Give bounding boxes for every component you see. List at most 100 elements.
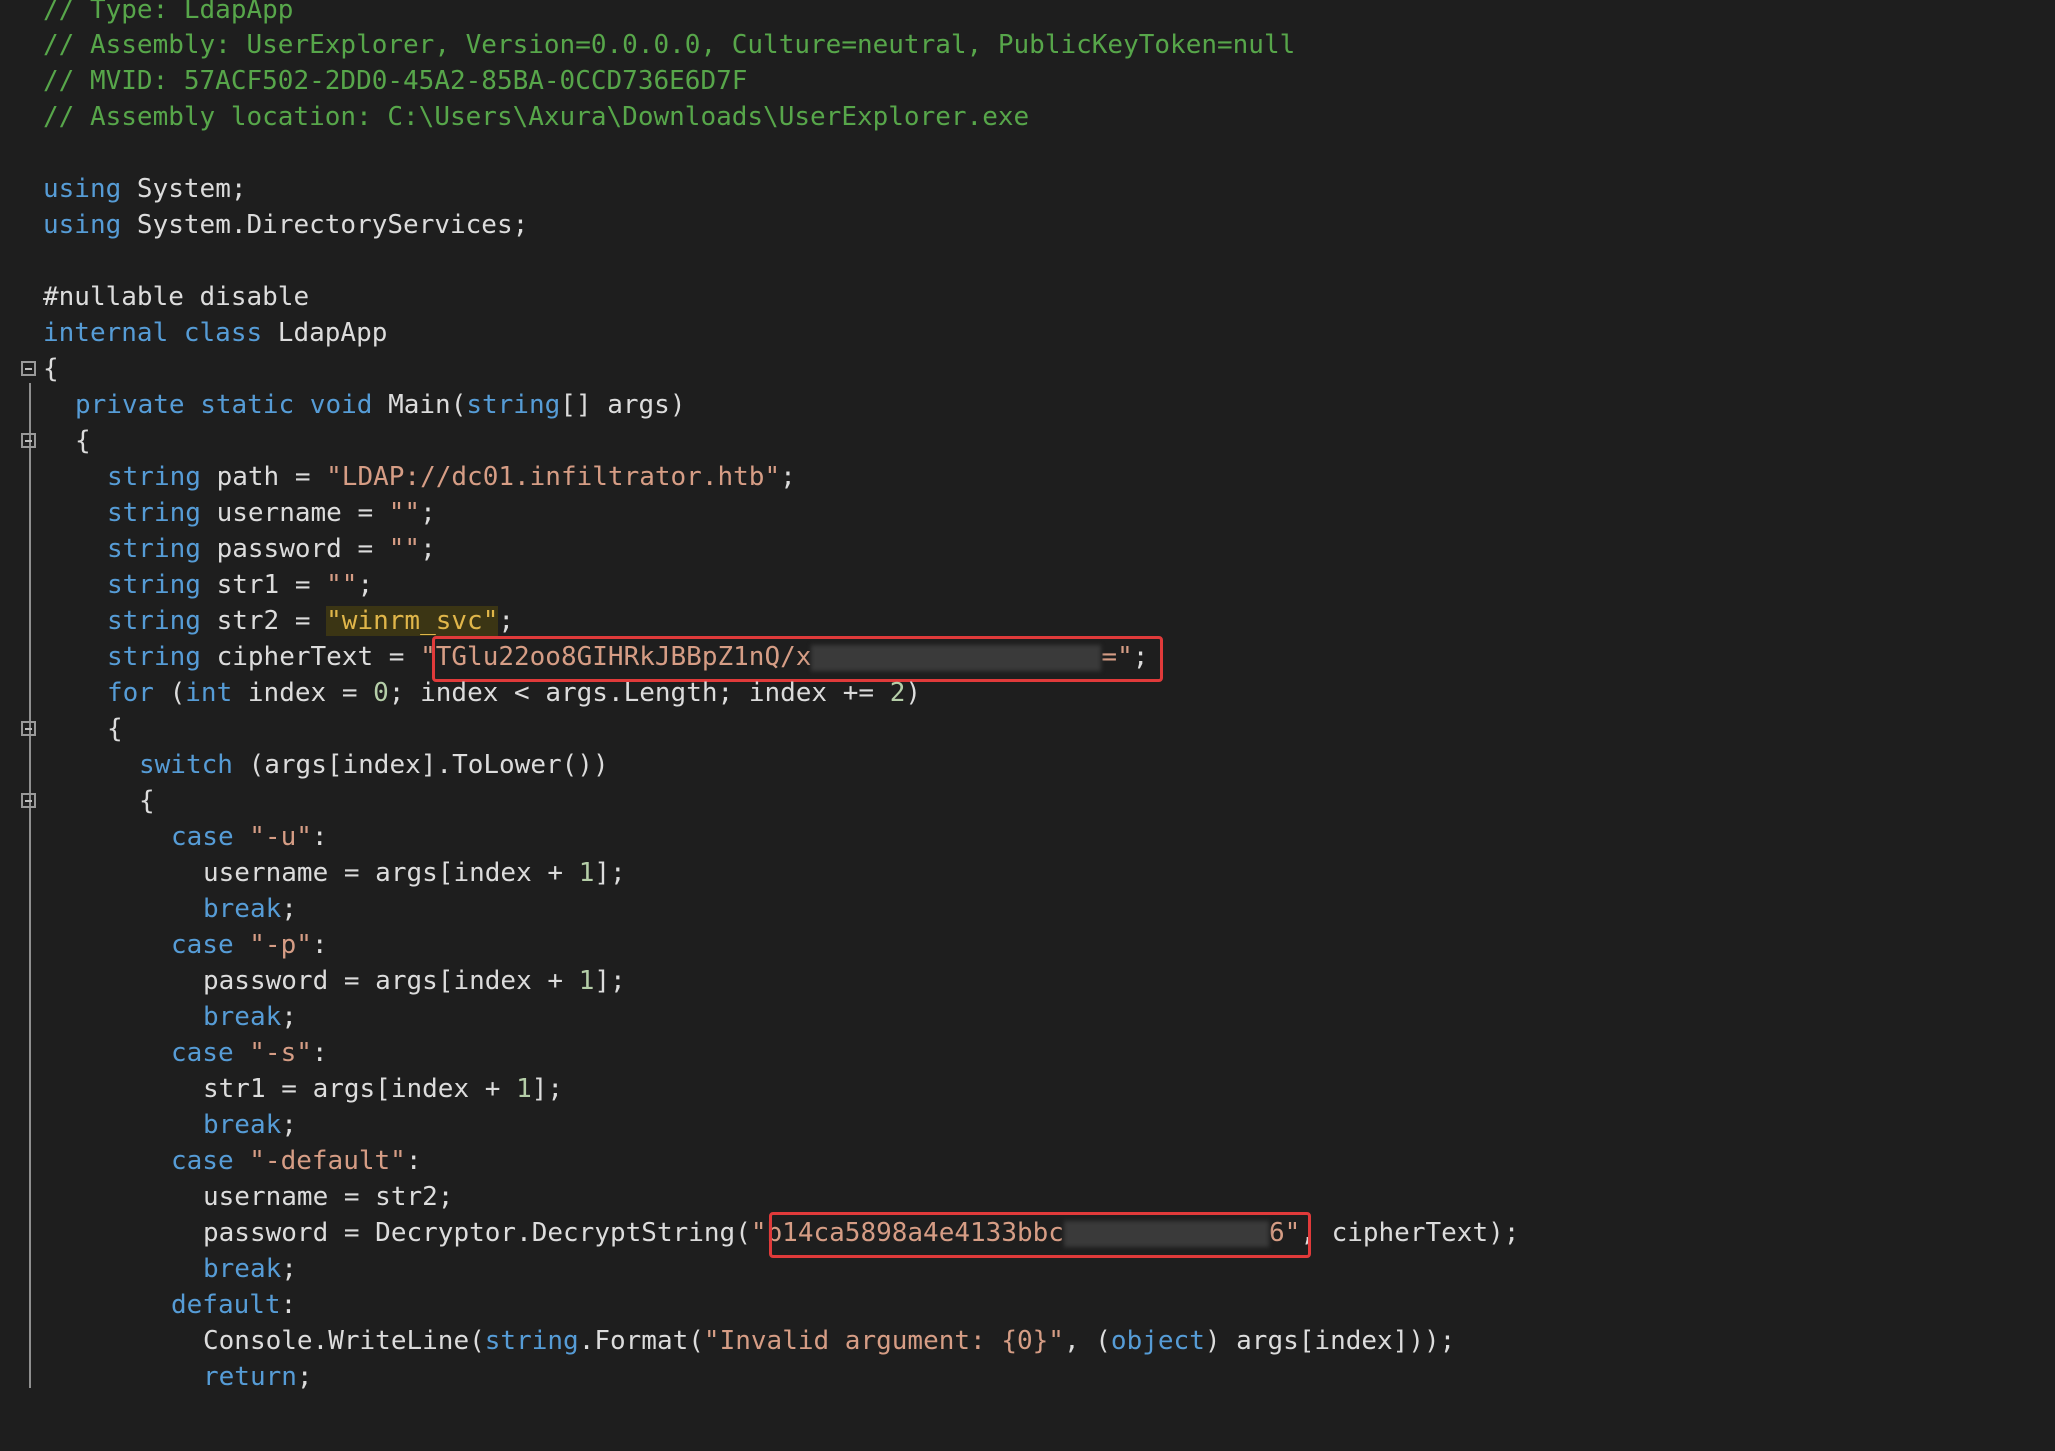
format-call: .Format( [578,1326,704,1356]
colon: : [405,1146,422,1176]
decrypt-call: password = Decryptor.DecryptString( [203,1218,751,1248]
decrypt-rest: , cipherText); [1300,1218,1520,1248]
console-line: Console.WriteLine(string.Format("Invalid… [203,1323,1455,1359]
comment-type: // Type: LdapApp [43,0,294,25]
break-line: break; [203,1107,297,1143]
path-var: path = [200,462,327,492]
path-value: "LDAP://dc01.infiltrator.htb" [326,462,781,492]
for-open: ( [153,678,186,708]
break-keyword: break [203,1254,282,1284]
str2-value-highlighted: "winrm_svc" [326,606,499,636]
username-line: string username = ""; [107,495,436,531]
semicolon: ; [357,570,374,600]
nullable-directive: #nullable disable [43,282,310,312]
assign-username: username = args[index + [203,858,579,888]
case-keyword: case [171,1038,234,1068]
collapse-switch-icon[interactable] [21,793,36,808]
for-open-brace: { [107,714,123,744]
int-keyword: int [185,678,233,708]
for-line: for (int index = 0; index < args.Length;… [107,675,921,711]
break-keyword: break [203,1110,282,1140]
assign-str1: str1 = args[index + [203,1074,517,1104]
switch-expression: (args[index].ToLower()) [232,750,609,780]
console-call: Console.WriteLine( [203,1326,485,1356]
return-keyword: return [203,1362,297,1392]
colon: : [280,1290,297,1320]
zero-literal: 0 [373,678,389,708]
switch-open-brace: { [139,786,155,816]
using-keyword: using [43,210,122,240]
comment-location: // Assembly location: C:\Users\Axura\Dow… [43,102,1030,132]
code-editor[interactable]: // Type: LdapApp // Assembly: UserExplor… [0,0,2055,1451]
collapse-for-icon[interactable] [21,721,36,736]
break-line: break; [203,891,297,927]
using-namespace: System.DirectoryServices; [121,210,529,240]
one-literal: 1 [578,858,595,888]
collapse-class-icon[interactable] [21,361,36,376]
str2-var: str2 = [200,606,327,636]
main-args: [] args) [560,390,686,420]
case-u-line: case "-u": [171,819,328,855]
default-line: default: [171,1287,296,1323]
one-literal: 1 [578,966,595,996]
outline-guide [29,383,31,1388]
username-var: username = [200,498,389,528]
empty-string: "" [326,570,358,600]
case-keyword: case [171,822,234,852]
case-u-value: "-u" [249,822,312,852]
ciphertext-var: cipherText = [200,642,421,672]
using-namespace: System; [121,174,247,204]
string-keyword: string [107,462,201,492]
str1-var: str1 = [200,570,327,600]
str1-line: string str1 = ""; [107,567,373,603]
for-condition: ; index < args.Length; index += [388,678,890,708]
using-system-line: using System; [43,171,247,207]
case-keyword: case [171,1146,234,1176]
object-keyword: object [1110,1326,1205,1356]
using-directoryservices-line: using System.DirectoryServices; [43,207,528,243]
comment-mvid: // MVID: 57ACF502-2DD0-45A2-85BA-0CCD736… [43,66,748,96]
semicolon: ; [780,462,796,492]
comment-assembly: // Assembly: UserExplorer, Version=0.0.0… [43,30,1296,60]
assign-password-line: password = args[index + 1]; [203,963,626,999]
str2-line: string str2 = "winrm_svc"; [107,603,514,639]
string-keyword: string [484,1326,579,1356]
case-keyword: case [171,930,234,960]
case-s-line: case "-s": [171,1035,328,1071]
case-p-value: "-p" [249,930,312,960]
main-name: Main( [372,390,467,420]
string-keyword: string [107,534,201,564]
break-line: break; [203,999,297,1035]
path-line: string path = "LDAP://dc01.infiltrator.h… [107,459,796,495]
empty-string: "" [388,534,421,564]
case-default-line: case "-default": [171,1143,421,1179]
index-close: ]; [594,858,626,888]
case-s-value: "-s" [249,1038,312,1068]
case-default-value: "-default" [249,1146,406,1176]
semicolon: ; [281,894,297,924]
class-name: LdapApp [262,318,388,348]
colon: : [311,1038,328,1068]
switch-keyword: switch [139,750,233,780]
two-literal: 2 [889,678,906,708]
object-rest: ) args[index])); [1204,1326,1456,1356]
class-open-brace: { [43,354,59,384]
password-var: password = [200,534,389,564]
main-arg-type: string [466,390,561,420]
main-open-brace: { [75,426,91,456]
main-modifiers: private static void [75,390,373,420]
one-literal: 1 [516,1074,532,1104]
string-keyword: string [107,642,201,672]
for-close: ) [905,678,922,708]
using-keyword: using [43,174,122,204]
for-index: index = [232,678,374,708]
assign-username-line: username = args[index + 1]; [203,855,626,891]
key-highlight-box [769,1212,1311,1258]
semicolon: ; [281,1254,297,1284]
class-declaration: internal class LdapApp [43,315,387,351]
collapse-main-icon[interactable] [21,433,36,448]
class-modifiers: internal class [43,318,263,348]
string-keyword: string [107,498,201,528]
break-keyword: break [203,1002,282,1032]
main-declaration: private static void Main(string[] args) [75,387,686,423]
